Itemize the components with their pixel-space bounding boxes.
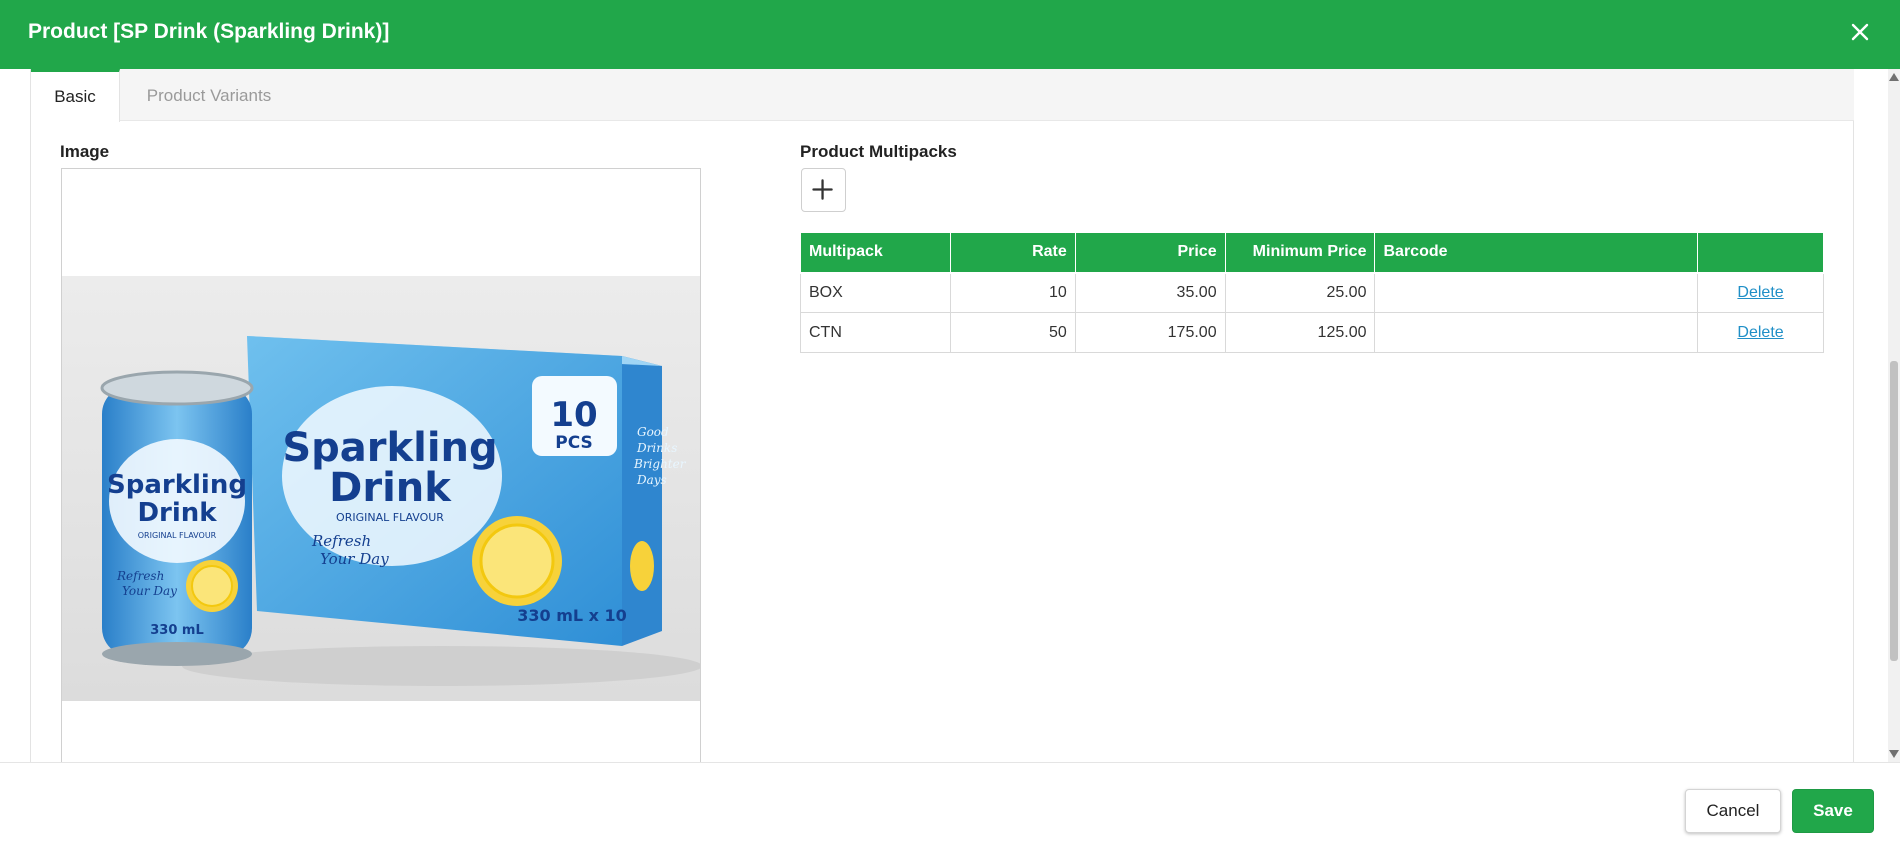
can-tagline1: Refresh [116,569,164,583]
image-label: Image [60,142,110,161]
column-header-minimum-price[interactable]: Minimum Price [1224,232,1376,274]
box-pack: 330 mL x 10 [517,606,627,625]
cell-rate[interactable]: 10 [949,272,1076,313]
delete-link[interactable]: Delete [1737,324,1783,341]
can-brand: Sparkling [107,470,247,500]
multipacks-label: Product Multipacks [800,142,957,161]
column-header-price[interactable]: Price [1074,232,1226,274]
scrollbar-thumb[interactable] [1890,361,1898,661]
tab-basic[interactable]: Basic [31,69,120,122]
save-button[interactable]: Save [1792,789,1874,833]
cell-price[interactable]: 35.00 [1074,272,1226,313]
cell-price[interactable]: 175.00 [1074,312,1226,353]
scroll-down-arrow-icon[interactable] [1889,750,1899,758]
cancel-button[interactable]: Cancel [1685,789,1781,833]
cell-rate[interactable]: 50 [949,312,1076,353]
box-tagline2: Your Day [320,550,389,568]
box-flavour: ORIGINAL FLAVOUR [336,511,444,524]
cell-actions: Delete [1697,272,1824,313]
cell-barcode[interactable] [1374,312,1699,353]
box-side1: Good [637,425,669,439]
can-volume: 330 mL [150,623,204,638]
table-row[interactable]: BOX 10 35.00 25.00 Delete [800,272,1824,313]
column-header-rate[interactable]: Rate [949,232,1076,274]
column-header-barcode[interactable]: Barcode [1374,232,1699,274]
dialog-footer: Cancel Save [0,762,1900,853]
delete-link[interactable]: Delete [1737,284,1783,301]
product-image-box[interactable]: Sparkling Drink ORIGINAL FLAVOUR Refresh… [61,168,701,762]
table-header-row: Multipack Rate Price Minimum Price Barco… [800,232,1824,274]
cell-barcode[interactable] [1374,272,1699,313]
cell-multipack[interactable]: CTN [800,312,951,353]
plus-icon [812,179,833,200]
can-tagline2: Your Day [122,584,177,598]
column-header-multipack[interactable]: Multipack [800,232,951,274]
scroll-up-arrow-icon[interactable] [1889,73,1899,81]
dialog-body: Basic Product Variants Image Sparkling D… [0,69,1900,762]
box-count-unit: PCS [555,433,593,453]
table-row[interactable]: CTN 50 175.00 125.00 Delete [800,312,1824,353]
can-brand2: Drink [137,498,217,528]
box-tagline1: Refresh [311,532,371,550]
cell-multipack[interactable]: BOX [800,272,951,313]
cell-actions: Delete [1697,312,1824,353]
box-side4: Days [636,473,667,487]
tab-product-variants[interactable]: Product Variants [120,69,298,122]
box-count: 10 [550,395,597,435]
box-side3: Brighter [633,457,687,471]
multipacks-table: Multipack Rate Price Minimum Price Barco… [800,232,1824,353]
box-brand2: Drink [329,465,452,511]
vertical-scrollbar[interactable] [1888,69,1900,762]
column-header-actions [1697,232,1824,274]
add-multipack-button[interactable] [801,168,846,212]
dialog-header: Product [SP Drink (Sparkling Drink)] [0,0,1900,69]
cell-minimum-price[interactable]: 25.00 [1224,272,1376,313]
close-icon[interactable] [1848,20,1872,44]
box-side2: Drinks [636,441,677,455]
can-flavour: ORIGINAL FLAVOUR [138,531,217,540]
dialog-title: Product [SP Drink (Sparkling Drink)] [28,20,390,43]
cell-minimum-price[interactable]: 125.00 [1224,312,1376,353]
tab-bar: Basic Product Variants [31,69,1854,122]
tab-panel: Basic Product Variants Image Sparkling D… [30,69,1854,762]
product-image: Sparkling Drink ORIGINAL FLAVOUR Refresh… [62,276,700,701]
